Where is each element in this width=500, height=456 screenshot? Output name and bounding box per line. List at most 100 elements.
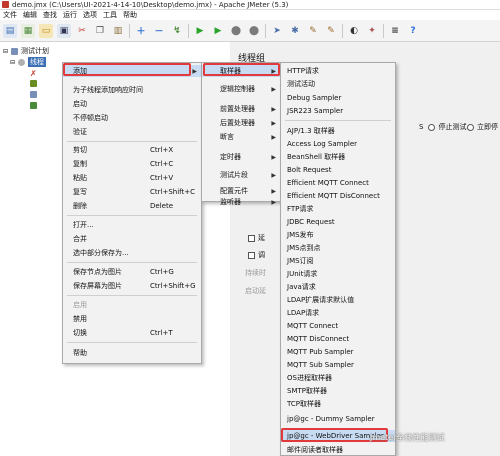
menu-search[interactable]: 查找 [40,10,60,20]
menu-edit[interactable]: 编辑 [20,10,40,20]
expand-icon[interactable]: ＋ [134,24,148,38]
submenu-item-pre-processor[interactable]: 前置处理器 ▶ [202,103,280,115]
function-helper-icon[interactable]: ≡ [388,24,402,38]
sampler-item[interactable]: BeanShell 取样器 [281,151,395,163]
submenu-item-test-fragment[interactable]: 测试片段 ▶ [202,169,280,181]
menu-item-enable[interactable]: 启用 [63,299,201,311]
radio-stop-now[interactable]: 立即停 [467,122,498,132]
sampler-item[interactable]: jp@gc - Dummy Sampler [281,413,395,425]
checkbox-schedule[interactable]: 调 [248,250,265,260]
sampler-item[interactable]: AJP/1.3 取样器 [281,125,395,137]
sampler-item[interactable]: SMTP取样器 [281,385,395,397]
shutdown-icon[interactable]: ⬤ [247,24,261,38]
collapse-toggle-icon[interactable]: ⊟ [10,59,15,66]
menu-item-add-think-time[interactable]: 为子线程添加响应时间 [63,84,201,96]
sampler-item[interactable]: HTTP请求 [281,65,395,77]
menu-item-toggle[interactable]: 切换 Ctrl+T [63,327,201,339]
clear-all-icon[interactable]: ✎ [324,24,338,38]
sampler-item[interactable]: JSR223 Sampler [281,105,395,117]
checkbox-delay[interactable]: 延 [248,233,265,243]
sampler-item[interactable]: Access Log Sampler [281,138,395,150]
sampler-item[interactable]: Efficient MQTT DisConnect [281,190,395,202]
sampler-item[interactable]: MQTT Pub Sampler [281,346,395,358]
copy-icon[interactable]: ❐ [93,24,107,38]
sampler-item[interactable]: LDAP扩展请求默认值 [281,294,395,306]
sampler-item[interactable]: TCP取样器 [281,398,395,410]
menu-run[interactable]: 运行 [60,10,80,20]
sampler-item[interactable]: Debug Sampler [281,92,395,104]
menu-item-start[interactable]: 启动 [63,98,201,110]
menu-help[interactable]: 帮助 [120,10,140,20]
search-icon[interactable]: ◐ [347,24,361,38]
checkbox[interactable] [248,251,255,259]
menu-options[interactable]: 选项 [80,10,100,20]
submenu-item-timer[interactable]: 定时器 ▶ [202,151,280,163]
menu-item-copy[interactable]: 复制 Ctrl+C [63,158,201,170]
menu-item-duplicate[interactable]: 复写 Ctrl+Shift+C [63,186,201,198]
menu-item-delete[interactable]: 删除 Delete [63,200,201,212]
menu-item-help[interactable]: 帮助 [63,347,201,359]
sampler-item[interactable]: 邮件阅读者取样器 [281,445,395,455]
tree-child-3[interactable] [30,91,37,98]
submenu-item-logic-controller[interactable]: 逻辑控制器 ▶ [202,83,280,95]
sampler-item[interactable]: FTP请求 [281,203,395,215]
radio-button[interactable] [428,123,436,131]
open-icon[interactable]: ▭ [39,23,53,38]
remote-stop-icon[interactable]: ✱ [288,24,302,38]
tree-child-1[interactable]: ✗ [30,69,37,78]
sampler-item[interactable]: JMS点到点 [281,242,395,254]
menu-item-add[interactable]: 添加 ▶ [63,65,201,77]
menu-item-save-screen-image[interactable]: 保存屏幕为图片 Ctrl+Shift+G [63,280,201,292]
sampler-item[interactable]: Efficient MQTT Connect [281,177,395,189]
sampler-item[interactable]: 测试活动 [281,78,395,90]
sampler-item[interactable]: MQTT Sub Sampler [281,359,395,371]
radio-button[interactable] [467,123,474,131]
menu-item-start-no-pause[interactable]: 不停顿启动 [63,112,201,124]
sampler-item[interactable]: Java请求 [281,281,395,293]
reset-search-icon[interactable]: ✦ [365,24,379,38]
menu-item-cut[interactable]: 剪切 Ctrl+X [63,144,201,156]
tree-thread-group[interactable]: ⊟ 线程 [10,57,47,67]
sampler-item[interactable]: JUnit请求 [281,268,395,280]
toggle-icon[interactable]: ↯ [170,24,184,38]
sampler-item[interactable]: MQTT DisConnect [281,333,395,345]
stop-icon[interactable]: ⬤ [229,24,243,38]
sampler-item[interactable]: LDAP请求 [281,307,395,319]
new-plan-icon[interactable]: ▤ [3,23,17,38]
save-icon[interactable]: ▣ [57,23,71,38]
sampler-item[interactable]: Bolt Request [281,164,395,176]
menu-tools[interactable]: 工具 [100,10,120,20]
clear-icon[interactable]: ✎ [306,24,320,38]
sampler-item[interactable]: OS进程取样器 [281,372,395,384]
submenu-item-config-element[interactable]: 配置元件 ▶ [202,185,280,197]
submenu-item-listener[interactable]: 监听器 ▶ [202,197,280,207]
sampler-item[interactable]: MQTT Connect [281,320,395,332]
sampler-item[interactable]: JDBC Request [281,216,395,228]
collapse-icon[interactable]: － [152,24,166,38]
sampler-item[interactable]: JMS发布 [281,229,395,241]
tree-root[interactable]: ⊟ 测试计划 [3,46,49,56]
paste-icon[interactable]: ▥ [111,24,125,38]
templates-icon[interactable]: ▦ [21,23,35,38]
menu-item-save-node-image[interactable]: 保存节点为图片 Ctrl+G [63,266,201,278]
collapse-toggle-icon[interactable]: ⊟ [3,48,8,55]
cut-icon[interactable]: ✂ [75,24,89,38]
menu-item-validate[interactable]: 验证 [63,126,201,138]
checkbox[interactable] [248,234,255,242]
radio-stop-test[interactable]: S 停止测试 [419,122,466,132]
start-icon[interactable]: ▶ [193,24,207,38]
remote-start-icon[interactable]: ➤ [270,24,284,38]
help-icon[interactable]: ? [406,24,420,38]
menu-item-paste[interactable]: 粘贴 Ctrl+V [63,172,201,184]
menu-item-save-selection[interactable]: 选中部分保存为... [63,247,201,259]
tree-child-4[interactable] [30,102,37,109]
sampler-item[interactable]: JMS订阅 [281,255,395,267]
start-no-pause-icon[interactable]: ▶ [211,24,225,38]
menu-item-disable[interactable]: 禁用 [63,313,201,325]
tree-child-2[interactable] [30,80,37,87]
menu-item-open[interactable]: 打开... [63,219,201,231]
submenu-item-assertion[interactable]: 断言 ▶ [202,131,280,143]
submenu-item-post-processor[interactable]: 后置处理器 ▶ [202,117,280,129]
submenu-item-sampler[interactable]: 取样器 ▶ [202,65,280,77]
menu-item-merge[interactable]: 合并 [63,233,201,245]
